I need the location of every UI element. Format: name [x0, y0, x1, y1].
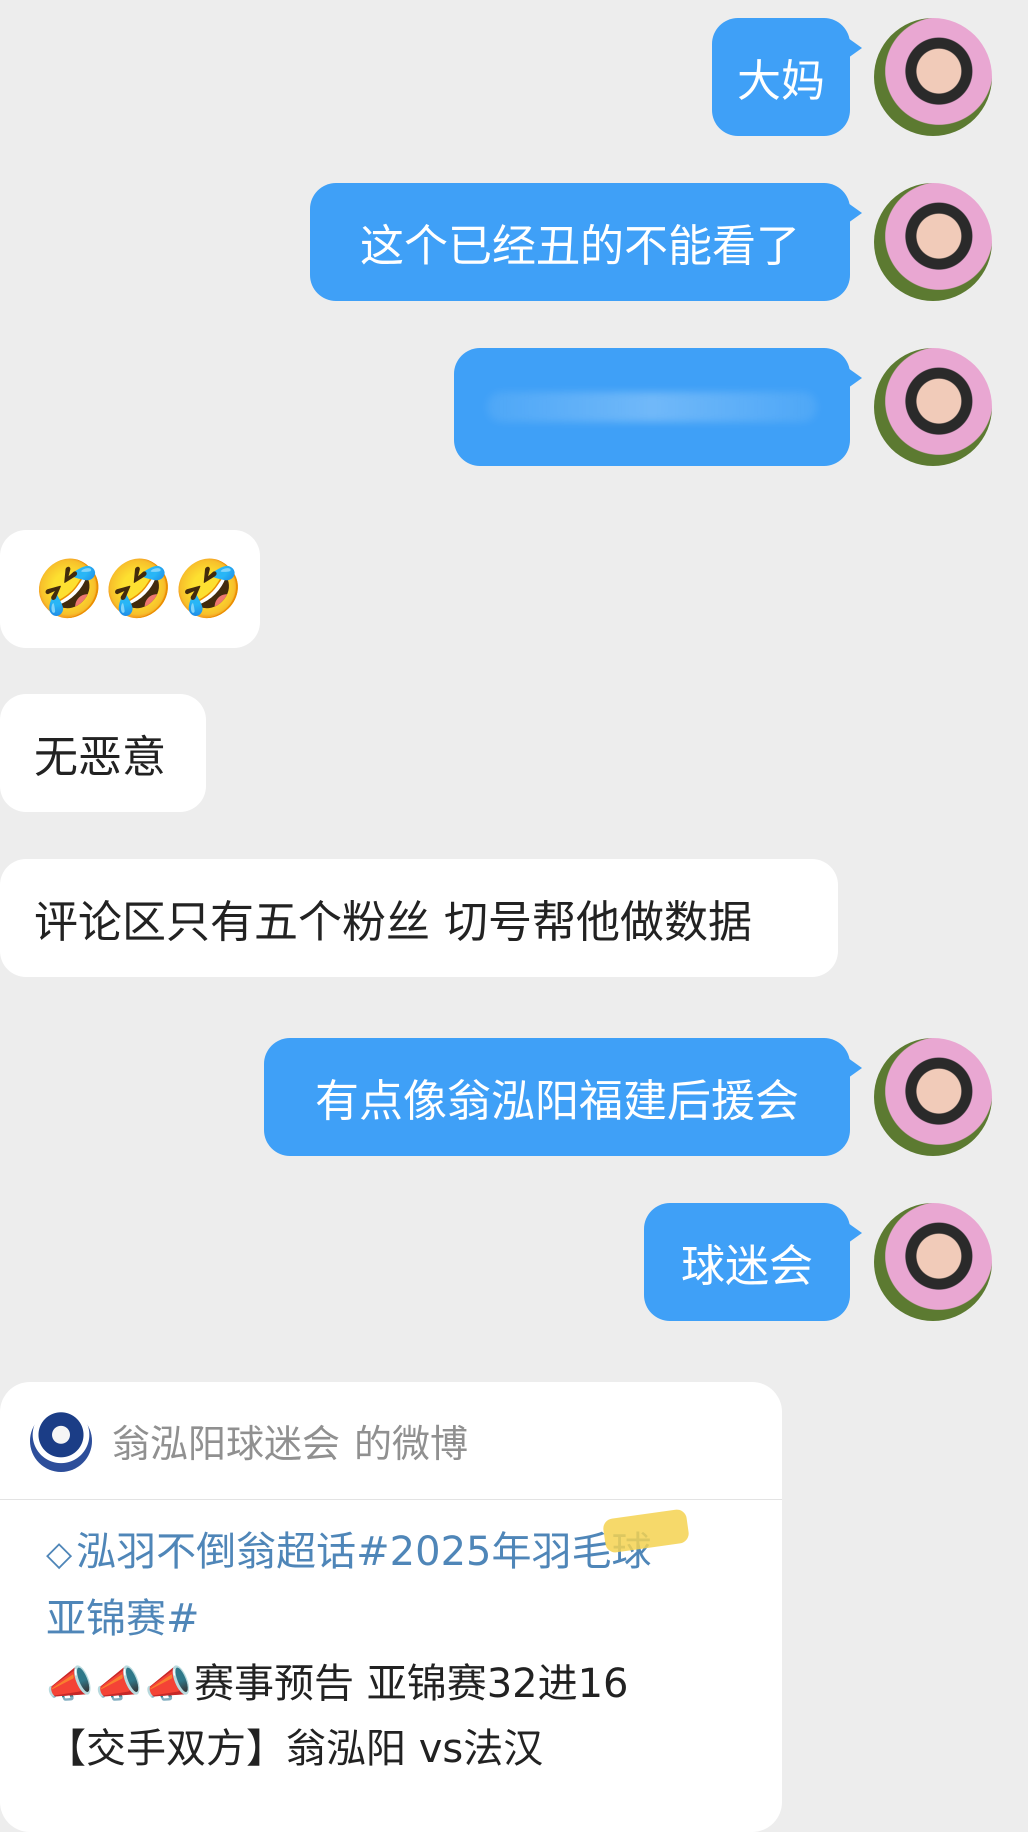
topic-link-continued[interactable]: 亚锦赛# [46, 1596, 200, 1642]
weibo-card-header: 翁泓阳球迷会 的微博 [0, 1382, 782, 1500]
avatar[interactable] [874, 1203, 992, 1321]
chat-bubble-outgoing[interactable]: 有点像翁泓阳福建后援会 [264, 1038, 862, 1156]
message-text: 球迷会 [681, 1241, 813, 1292]
weibo-share-card[interactable]: 翁泓阳球迷会 的微博 ◇ 泓羽不倒翁超话#2025年羽毛球 亚锦赛# 📣📣📣赛事预… [0, 1382, 782, 1832]
avatar[interactable] [874, 348, 992, 466]
chat-bubble-outgoing[interactable]: 球迷会 [644, 1203, 862, 1321]
redacted-text [487, 392, 817, 422]
megaphone-icon: 📣 [144, 1662, 192, 1706]
post-line-4: 【交手双方】翁泓阳 vs法汉 [46, 1717, 736, 1782]
diamond-icon: ◇ [46, 1534, 73, 1574]
megaphone-icon: 📣 [95, 1662, 143, 1706]
message-text: 无恶意 [34, 732, 166, 783]
message-text: 大妈 [737, 56, 825, 107]
chat-bubble-outgoing[interactable]: 这个已经丑的不能看了 [310, 183, 862, 301]
message-text: 这个已经丑的不能看了 [360, 221, 800, 272]
chat-bubble-outgoing-redacted[interactable] [454, 348, 862, 466]
weibo-account-name: 翁泓阳球迷会 [112, 1422, 341, 1466]
chat-bubble-incoming[interactable]: 🤣🤣🤣 [0, 530, 260, 648]
message-text: 评论区只有五个粉丝 切号帮他做数据 [34, 897, 752, 948]
avatar[interactable] [874, 18, 992, 136]
post-line-3: 📣📣📣赛事预告 亚锦赛32进16 [46, 1652, 736, 1717]
chat-bubble-incoming[interactable]: 评论区只有五个粉丝 切号帮他做数据 [0, 859, 838, 977]
megaphone-icon: 📣 [46, 1662, 94, 1706]
chat-bubble-incoming[interactable]: 无恶意 [0, 694, 206, 812]
weibo-card-suffix: 的微博 [354, 1422, 469, 1466]
avatar[interactable] [874, 183, 992, 301]
account-avatar [30, 1409, 92, 1472]
avatar[interactable] [874, 1038, 992, 1156]
topic-line-2: 亚锦赛# [46, 1587, 736, 1652]
post-text: 赛事预告 亚锦赛32进16 [193, 1661, 629, 1707]
laughing-crying-emoji-icon: 🤣🤣🤣 [34, 557, 244, 622]
topic-link[interactable]: 泓羽不倒翁超话#2025年羽毛球 [76, 1529, 651, 1575]
chat-bubble-outgoing[interactable]: 大妈 [712, 18, 862, 136]
post-text: 【交手双方】翁泓阳 vs法汉 [46, 1726, 544, 1772]
message-text: 有点像翁泓阳福建后援会 [315, 1076, 799, 1127]
